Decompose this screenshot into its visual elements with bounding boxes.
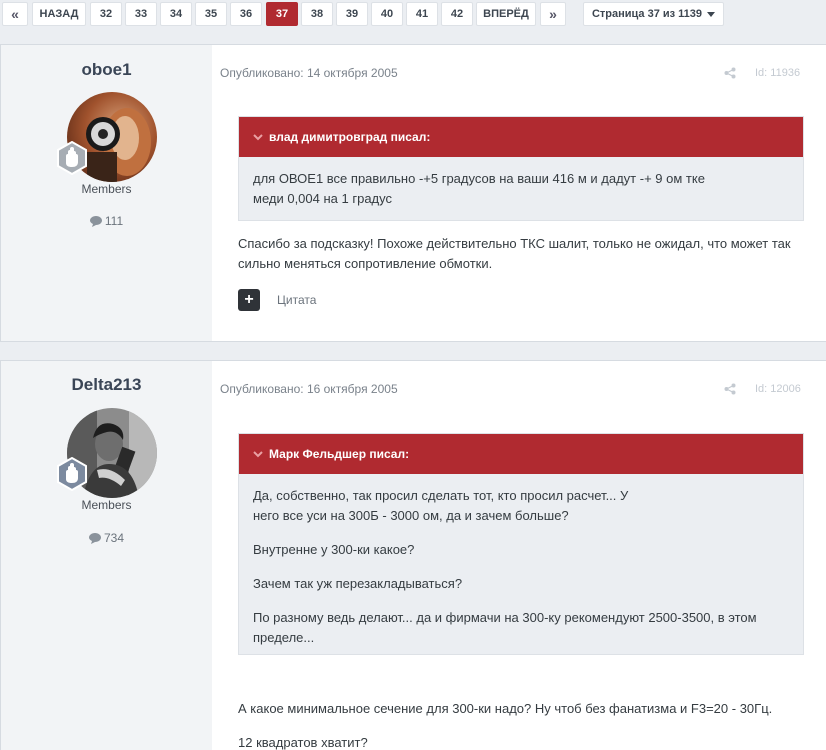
chevron-down-icon	[253, 450, 263, 457]
rank-badge-icon	[57, 457, 87, 491]
comment-icon	[89, 216, 102, 227]
author-panel: Delta213 Members 734	[1, 361, 212, 750]
prev-page-button[interactable]: НАЗАД	[32, 2, 86, 26]
post-paragraph: А какое минимальное сечение для 300-ки н…	[238, 701, 773, 716]
post-count-value: 111	[104, 214, 124, 228]
post-count: 734	[1, 531, 212, 545]
quote-author: Марк Фельдшер писал:	[269, 447, 410, 461]
post-id[interactable]: Id: 12006	[755, 383, 801, 395]
quote-paragraph: Внутренне у 300-ки какое?	[253, 542, 415, 557]
caret-down-icon	[707, 11, 716, 17]
author-panel: oboe1 Members 111	[1, 45, 212, 341]
author-name[interactable]: Delta213	[1, 375, 212, 395]
post-date: Опубликовано: 14 октября 2005	[220, 66, 398, 80]
page-link[interactable]: 34	[160, 2, 192, 26]
quote-paragraph: По разному ведь делают... да и фирмачи н…	[253, 610, 757, 645]
post-content: А какое минимальное сечение для 300-ки н…	[238, 699, 798, 750]
quote-paragraph: для ОВОЕ1 все правильно -+5 градусов на …	[253, 171, 705, 206]
page-of-label: Страница 37 из 1139	[591, 8, 703, 20]
quote-paragraph: Зачем так уж перезакладываться?	[253, 576, 463, 591]
page-link[interactable]: 33	[125, 2, 157, 26]
post-id[interactable]: Id: 11936	[755, 67, 800, 79]
page-link[interactable]: 38	[301, 2, 333, 26]
rank-badge-icon	[57, 141, 87, 175]
post-content: Спасибо за подсказку! Похоже действитель…	[238, 234, 798, 274]
post-paragraph: 12 квадратов хватит?	[238, 735, 368, 750]
first-page-button[interactable]: «	[2, 2, 28, 26]
quote-author: влад димитровград писал:	[269, 130, 431, 144]
chevron-down-icon	[253, 133, 263, 140]
author-name[interactable]: oboe1	[1, 60, 212, 80]
last-page-button[interactable]: »	[540, 2, 566, 26]
quote-header[interactable]: влад димитровград писал:	[239, 117, 803, 157]
page-link[interactable]: 39	[336, 2, 368, 26]
quote-header[interactable]: Марк Фельдшер писал:	[239, 434, 803, 474]
quote-button[interactable]: Цитата	[277, 293, 316, 307]
post-paragraph: Спасибо за подсказку! Похоже действитель…	[238, 236, 791, 271]
pagination: « НАЗАД 32 33 34 35 36 37 38 39 40 41 42…	[0, 0, 826, 34]
share-icon[interactable]	[724, 383, 736, 395]
quote-block: влад димитровград писал: для ОВОЕ1 все п…	[238, 116, 804, 221]
quote-body: для ОВОЕ1 все правильно -+5 градусов на …	[239, 157, 803, 221]
member-group: Members	[81, 182, 132, 196]
page-jump-dropdown[interactable]: Страница 37 из 1139	[583, 2, 724, 26]
share-icon[interactable]	[724, 67, 736, 79]
post: Delta213 Members 734 Опубликовано: 16 ок…	[0, 360, 826, 750]
page-link[interactable]: 42	[441, 2, 473, 26]
next-page-button[interactable]: ВПЕРЁД	[476, 2, 536, 26]
current-page[interactable]: 37	[266, 2, 298, 26]
page-link[interactable]: 40	[371, 2, 403, 26]
member-group: Members	[81, 498, 132, 512]
multiquote-button[interactable]: +	[238, 289, 260, 311]
post-count: 111	[1, 214, 212, 228]
page-link[interactable]: 32	[90, 2, 122, 26]
quote-paragraph: Да, собственно, так просил сделать тот, …	[253, 488, 629, 523]
comment-icon	[88, 533, 101, 544]
page-link[interactable]: 36	[230, 2, 262, 26]
post: oboe1 Members 111 Опубликовано: 14 октяб…	[0, 44, 826, 342]
quote-block: Марк Фельдшер писал: Да, собственно, так…	[238, 433, 804, 655]
quote-body: Да, собственно, так просил сделать тот, …	[239, 474, 803, 660]
page-link[interactable]: 35	[195, 2, 227, 26]
page-link[interactable]: 41	[406, 2, 438, 26]
post-date: Опубликовано: 16 октября 2005	[220, 382, 398, 396]
post-count-value: 734	[103, 531, 125, 545]
